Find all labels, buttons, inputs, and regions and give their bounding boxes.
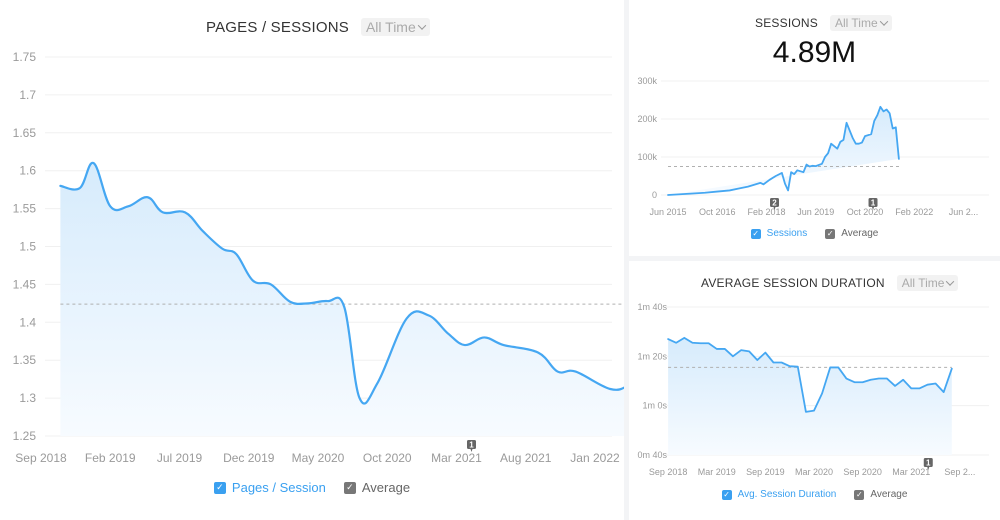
x-tick-label: Sep 2018 — [15, 451, 67, 465]
annotation-label: 2 — [772, 199, 777, 208]
duration-chart: 0m 40s 1m 0s 1m 20s 1m 40s Sep 2018 Mar 2019 S… — [637, 302, 989, 477]
y-tick-label: 200k — [637, 114, 657, 124]
checkbox-checked-icon: ✓ — [343, 481, 356, 494]
y-tick-label: 1.4 — [19, 315, 36, 329]
y-tick-label: 1.6 — [19, 164, 36, 178]
x-tick-label: Sep 2019 — [746, 467, 785, 477]
x-tick-label: Mar 2020 — [795, 467, 833, 477]
legend-toggle-average[interactable]: ✓ Average — [343, 480, 411, 495]
annotation-label: 1 — [926, 459, 931, 468]
y-tick-label: 1.55 — [13, 202, 37, 216]
legend-label: Avg. Session Duration — [737, 489, 837, 500]
x-tick-label: Feb 2019 — [85, 451, 136, 465]
x-tick-label: Dec 2019 — [223, 451, 275, 465]
x-tick-label: Jan 2022 — [570, 451, 620, 465]
y-tick-label: 0m 40s — [637, 450, 667, 460]
x-tick-label: May 2020 — [292, 451, 345, 465]
annotation-label: 1 — [871, 199, 876, 208]
x-tick-label: Aug 2021 — [500, 451, 552, 465]
legend-label: Sessions — [766, 228, 808, 239]
legend-label: Average — [361, 480, 411, 495]
annotation-label: 1 — [469, 441, 474, 450]
y-tick-label: 1.25 — [13, 429, 37, 443]
checkbox-checked-icon: ✓ — [721, 489, 732, 500]
x-tick-label: Feb 2022 — [895, 207, 933, 217]
x-tick-label: Mar 2019 — [698, 467, 736, 477]
y-tick-label: 1.7 — [19, 88, 36, 102]
y-tick-label: 300k — [637, 76, 657, 86]
y-tick-label: 0 — [652, 190, 657, 200]
y-tick-label: 1m 0s — [642, 401, 667, 411]
legend-toggle-average[interactable]: ✓ Average — [825, 228, 878, 239]
x-tick-label: Jun 2... — [949, 207, 979, 217]
sessions-chart: 0 100k 200k 300k Jun 2015 Oct 2016 Feb 2018 Jun… — [637, 76, 989, 217]
y-tick-label: 1.65 — [13, 126, 37, 140]
checkbox-checked-icon: ✓ — [825, 228, 836, 239]
legend-toggle-average[interactable]: ✓ Average — [854, 489, 907, 500]
y-tick-label: 1.3 — [19, 391, 36, 405]
sessions-legend: ✓ Sessions ✓ Average — [629, 228, 1000, 239]
series-area — [668, 106, 899, 195]
x-tick-label: Jun 2019 — [797, 207, 834, 217]
duration-legend: ✓ Avg. Session Duration ✓ Average — [629, 489, 1000, 500]
pages-sessions-legend: ✓ Pages / Session ✓ Average — [0, 480, 624, 495]
x-tick-label: Oct 2016 — [699, 207, 736, 217]
pages-sessions-chart: 1.25 1.3 1.35 1.4 1.45 1.5 1.55 1.6 1.65 1.7 1.75 S… — [13, 50, 624, 465]
x-tick-label: Sep 2018 — [649, 467, 688, 477]
x-tick-label: Oct 2020 — [363, 451, 412, 465]
x-tick-label: Sep 2... — [944, 467, 975, 477]
x-tick-label: Feb 2018 — [747, 207, 785, 217]
y-tick-label: 100k — [637, 152, 657, 162]
legend-label: Average — [841, 228, 879, 239]
y-tick-label: 1.35 — [13, 353, 37, 367]
legend-toggle-series[interactable]: ✓ Sessions — [750, 228, 808, 239]
legend-label: Average — [870, 489, 908, 500]
pages-sessions-panel: PAGES / SESSIONS All Time 1.25 1.3 1.35 1.4… — [0, 0, 624, 520]
x-tick-label: Oct 2020 — [847, 207, 884, 217]
checkbox-checked-icon: ✓ — [854, 489, 865, 500]
y-tick-label: 1.75 — [13, 50, 37, 64]
sessions-panel: SESSIONS All Time 4.89M 0 100k 200k 300k Jun… — [629, 0, 1000, 256]
legend-toggle-series[interactable]: ✓ Avg. Session Duration — [721, 489, 837, 500]
series-area — [668, 337, 952, 455]
y-tick-label: 1.5 — [19, 240, 36, 254]
legend-label: Pages / Session — [231, 480, 326, 495]
x-tick-label: Mar 2021 — [431, 451, 482, 465]
x-tick-label: Mar 2021 — [892, 467, 930, 477]
legend-toggle-series[interactable]: ✓ Pages / Session — [213, 480, 326, 495]
series-area — [60, 163, 624, 436]
y-tick-label: 1m 40s — [637, 302, 667, 312]
x-tick-label: Jul 2019 — [157, 451, 203, 465]
x-tick-label: Sep 2020 — [843, 467, 882, 477]
y-tick-label: 1m 20s — [637, 351, 667, 361]
y-tick-label: 1.45 — [13, 277, 37, 291]
avg-session-duration-panel: AVERAGE SESSION DURATION All Time 0m 40s… — [629, 261, 1000, 520]
checkbox-checked-icon: ✓ — [750, 228, 761, 239]
x-tick-label: Jun 2015 — [649, 207, 686, 217]
checkbox-checked-icon: ✓ — [213, 481, 226, 494]
